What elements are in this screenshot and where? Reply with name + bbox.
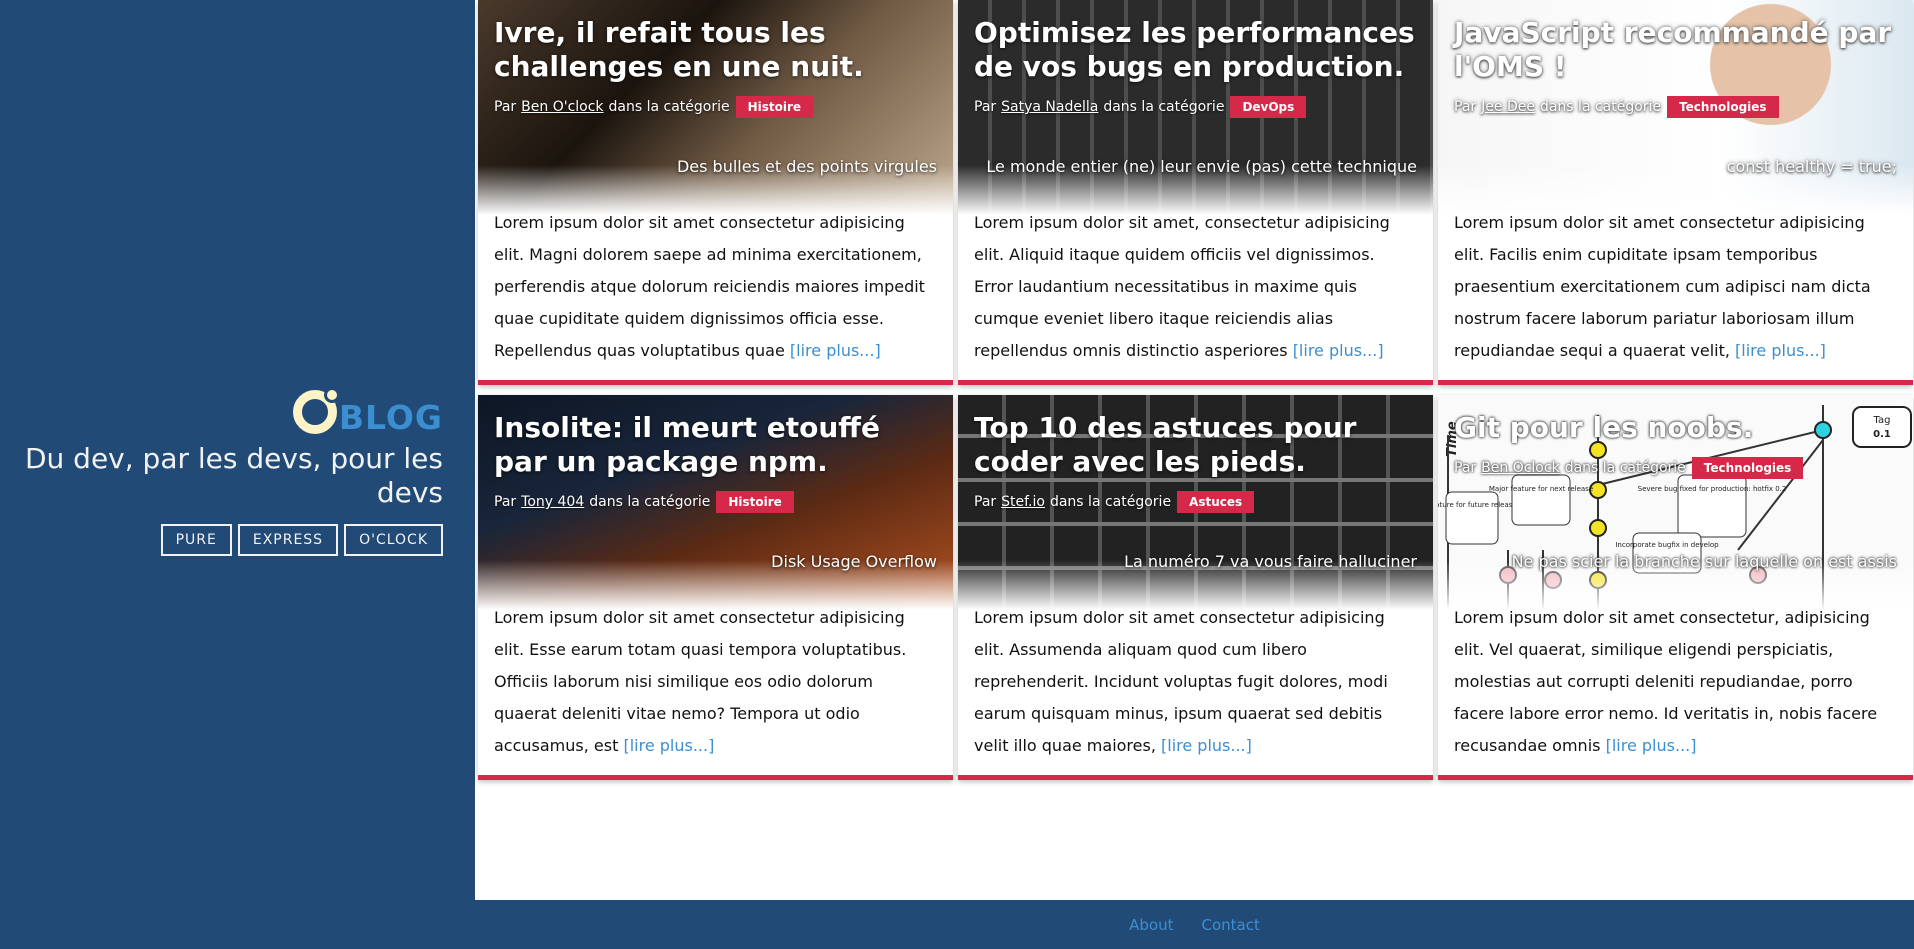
article-meta: Par Tony 404 dans la catégorie Histoire — [494, 491, 937, 513]
bubble-feature-future — [1445, 491, 1499, 545]
bubble-text: Feature for future release — [1438, 501, 1517, 509]
brand: BLOG Du dev, par les devs, pour les devs… — [3, 387, 443, 556]
read-more-link[interactable]: [lire plus...] — [1161, 736, 1252, 755]
meta-by: Par — [974, 494, 997, 510]
bubble-text: Incorporate bugfix in develop — [1615, 541, 1719, 549]
meta-by: Par — [494, 99, 517, 115]
article-meta: Par Satya Nadella dans la catégorie DevO… — [974, 96, 1417, 118]
meta-by: Par — [1454, 460, 1477, 476]
article-title[interactable]: JavaScript recommandé par l'OMS ! — [1454, 16, 1897, 84]
article-header: Insolite: il meurt etouffé par un packag… — [478, 395, 953, 610]
meta-in-category: dans la catégorie — [1564, 460, 1686, 476]
meta-in-category: dans la catégorie — [589, 494, 711, 510]
author-link[interactable]: Satya Nadella — [1001, 99, 1098, 115]
author-link[interactable]: Ben Oclock — [1481, 460, 1560, 476]
bubble-text: Severe bug fixed for production: hotfix … — [1638, 485, 1787, 493]
article-excerpt: Lorem ipsum dolor sit amet consectetur a… — [478, 602, 953, 762]
author-link[interactable]: Jee Dee — [1481, 99, 1535, 115]
nav-button-oclock[interactable]: O'CLOCK — [344, 524, 443, 556]
excerpt-text: Lorem ipsum dolor sit amet consectetur, … — [1454, 608, 1878, 755]
excerpt-text: Lorem ipsum dolor sit amet, consectetur … — [974, 213, 1390, 360]
article-meta: Par Stef.io dans la catégorie Astuces — [974, 491, 1417, 513]
category-badge[interactable]: Technologies — [1691, 457, 1804, 479]
sidebar: BLOG Du dev, par les devs, pour les devs… — [0, 0, 475, 900]
excerpt-text: Lorem ipsum dolor sit amet consectetur a… — [1454, 213, 1871, 360]
article-header: JavaScript recommandé par l'OMS ! Par Je… — [1438, 0, 1913, 215]
meta-by: Par — [974, 99, 997, 115]
article-card: Ivre, il refait tous les challenges en u… — [478, 0, 953, 385]
article-subtitle: Des bulles et des points virgules — [676, 157, 937, 176]
footer-link-contact[interactable]: Contact — [1202, 916, 1260, 934]
article-card: Optimisez les performances de vos bugs e… — [958, 0, 1433, 385]
read-more-link[interactable]: [lire plus...] — [623, 736, 714, 755]
read-more-link[interactable]: [lire plus...] — [790, 341, 881, 360]
article-card: Top 10 des astuces pour coder avec les p… — [958, 395, 1433, 780]
article-meta: Par Jee Dee dans la catégorie Technologi… — [1454, 96, 1897, 118]
logo-text: BLOG — [338, 398, 443, 437]
article-title[interactable]: Insolite: il meurt etouffé par un packag… — [494, 411, 937, 479]
article-meta: Par Ben O'clock dans la catégorie Histoi… — [494, 96, 937, 118]
article-subtitle: La numéro 7 va vous faire halluciner — [1124, 552, 1417, 571]
theme-nav: PURE EXPRESS O'CLOCK — [3, 524, 443, 556]
article-title[interactable]: Top 10 des astuces pour coder avec les p… — [974, 411, 1417, 479]
author-link[interactable]: Ben O'clock — [521, 99, 603, 115]
meta-in-category: dans la catégorie — [1049, 494, 1172, 510]
logo-dot — [323, 387, 340, 403]
article-excerpt: Lorem ipsum dolor sit amet, consectetur … — [958, 207, 1433, 367]
article-excerpt: Lorem ipsum dolor sit amet consectetur a… — [478, 207, 953, 367]
bubble-major-feature — [1511, 474, 1571, 526]
article-subtitle: const healthy = true; — [1726, 157, 1897, 176]
article-subtitle: Disk Usage Overflow — [771, 552, 937, 571]
category-badge[interactable]: DevOps — [1230, 96, 1307, 118]
article-title[interactable]: Ivre, il refait tous les challenges en u… — [494, 16, 937, 84]
tagline: Du dev, par les devs, pour les devs — [24, 442, 443, 509]
excerpt-text: Lorem ipsum dolor sit amet consectetur a… — [974, 608, 1388, 755]
nav-button-express[interactable]: EXPRESS — [237, 524, 339, 556]
excerpt-text: Lorem ipsum dolor sit amet consectetur a… — [494, 213, 925, 360]
category-badge[interactable]: Technologies — [1667, 96, 1779, 118]
category-badge[interactable]: Histoire — [735, 96, 814, 118]
author-link[interactable]: Stef.io — [1001, 494, 1045, 510]
article-header: Time Tag 0.1 ture for future release Maj… — [1438, 395, 1913, 610]
article-excerpt: Lorem ipsum dolor sit amet consectetur, … — [1438, 602, 1913, 762]
meta-by: Par — [1454, 99, 1477, 115]
article-meta: Par Ben Oclock dans la catégorie Technol… — [1454, 457, 1897, 479]
meta-by: Par — [494, 494, 517, 510]
oclock-logo-icon — [292, 387, 340, 434]
article-subtitle: Ne pas scier la branche sur laquelle on … — [1511, 552, 1897, 571]
article-excerpt: Lorem ipsum dolor sit amet consectetur a… — [958, 602, 1433, 762]
article-header: Ivre, il refait tous les challenges en u… — [478, 0, 953, 215]
article-excerpt: Lorem ipsum dolor sit amet consectetur a… — [1438, 207, 1913, 367]
commit-node — [1589, 571, 1607, 589]
article-title[interactable]: Optimisez les performances de vos bugs e… — [974, 16, 1417, 84]
footer-link-about[interactable]: About — [1129, 916, 1173, 934]
excerpt-text: Lorem ipsum dolor sit amet consectetur a… — [494, 608, 907, 755]
article-card: Time Tag 0.1 ture for future release Maj… — [1438, 395, 1913, 780]
category-badge[interactable]: Astuces — [1177, 491, 1255, 513]
commit-node-feature — [1544, 571, 1562, 589]
meta-in-category: dans la catégorie — [608, 99, 730, 115]
main-content: Ivre, il refait tous les challenges en u… — [475, 0, 1914, 900]
article-card: JavaScript recommandé par l'OMS ! Par Je… — [1438, 0, 1913, 385]
meta-in-category: dans la catégorie — [1539, 99, 1662, 115]
article-header: Top 10 des astuces pour coder avec les p… — [958, 395, 1433, 610]
article-header: Optimisez les performances de vos bugs e… — [958, 0, 1433, 215]
logo[interactable]: BLOG — [292, 387, 443, 437]
category-badge[interactable]: Histoire — [716, 491, 794, 513]
footer: About Contact — [475, 900, 1914, 949]
read-more-link[interactable]: [lire plus...] — [1735, 341, 1826, 360]
meta-in-category: dans la catégorie — [1103, 99, 1225, 115]
author-link[interactable]: Tony 404 — [521, 494, 584, 510]
nav-button-pure[interactable]: PURE — [160, 524, 232, 556]
commit-node — [1589, 519, 1607, 537]
article-card: Insolite: il meurt etouffé par un packag… — [478, 395, 953, 780]
article-title[interactable]: Git pour les noobs. — [1454, 411, 1897, 445]
read-more-link[interactable]: [lire plus...] — [1606, 736, 1697, 755]
articles-grid: Ivre, il refait tous les challenges en u… — [475, 0, 1914, 780]
bubble-text: Major feature for next release — [1489, 485, 1593, 493]
read-more-link[interactable]: [lire plus...] — [1293, 341, 1384, 360]
article-subtitle: Le monde entier (ne) leur envie (pas) ce… — [986, 157, 1417, 176]
